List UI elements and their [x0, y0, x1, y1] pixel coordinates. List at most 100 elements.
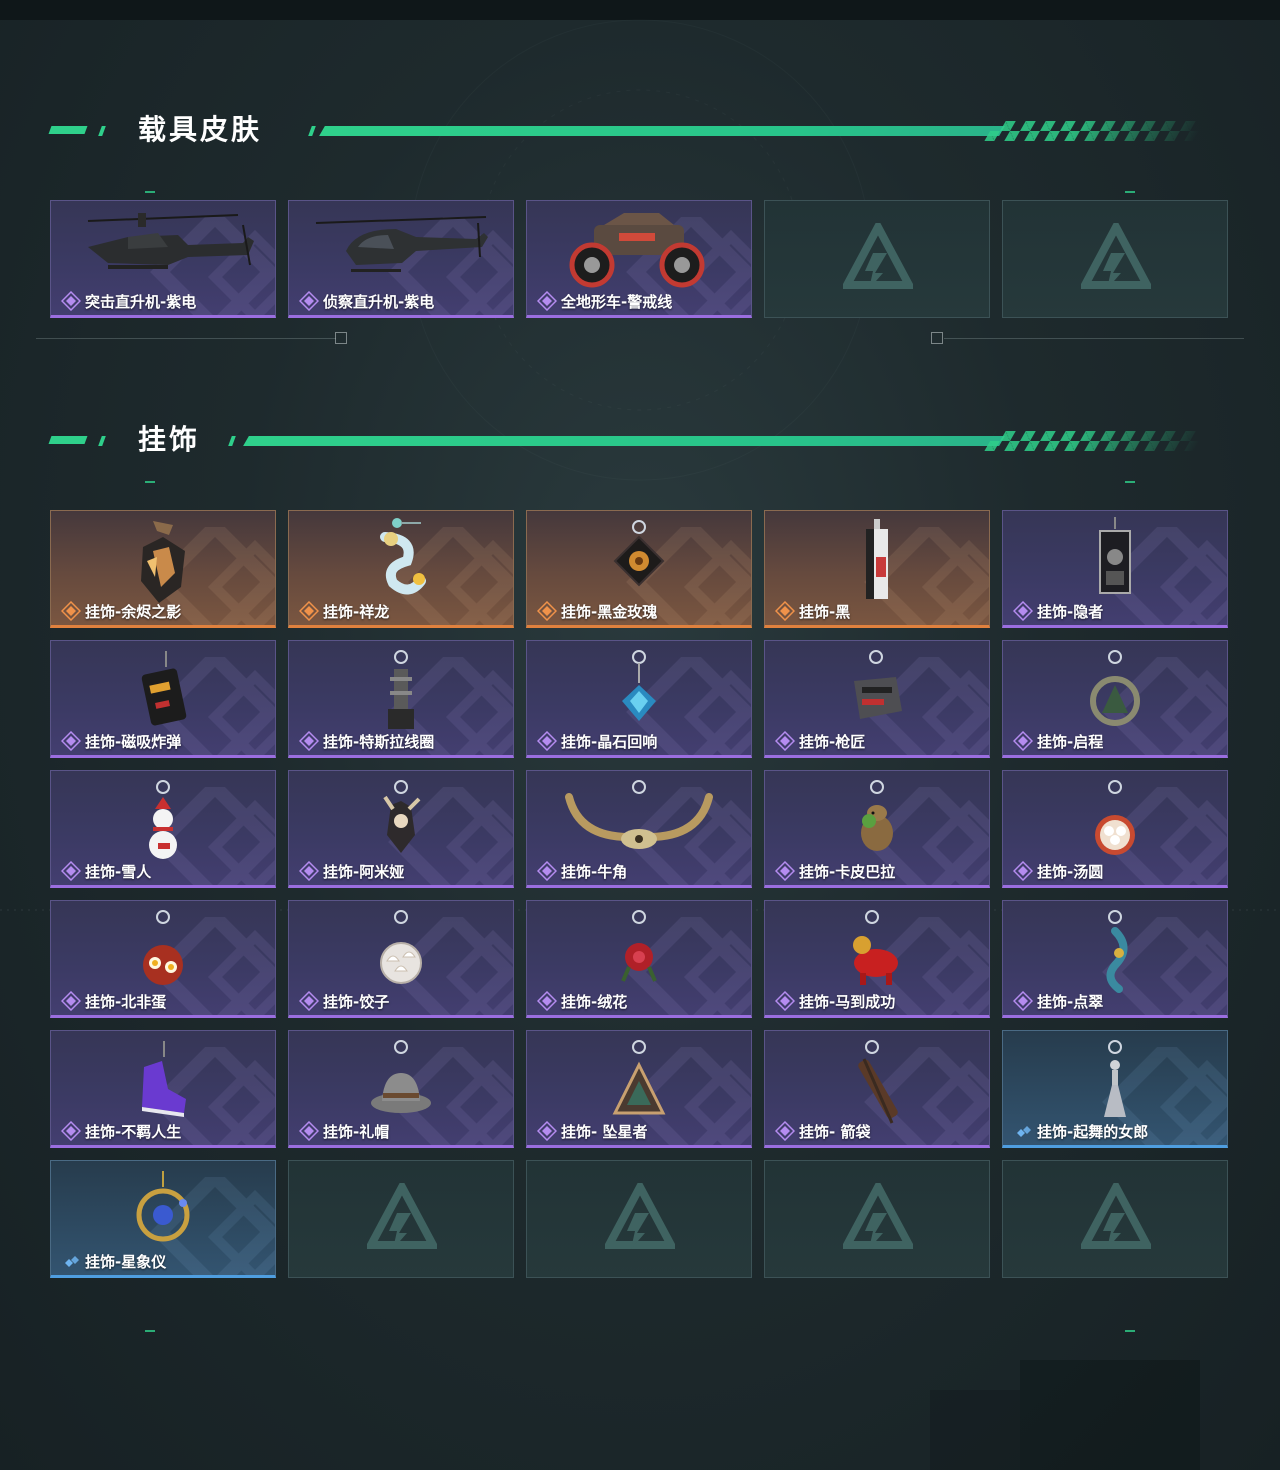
- rarity-blue-icon: [61, 1251, 81, 1271]
- item-card[interactable]: 全地形车-警戒线: [526, 200, 752, 318]
- rarity-orange-icon: [536, 600, 558, 622]
- item-card[interactable]: 挂饰-启程: [1002, 640, 1228, 758]
- item-name: 挂饰-北非蛋: [85, 992, 167, 1011]
- item-name: 挂饰-点翠: [1037, 992, 1104, 1011]
- item-card[interactable]: 挂饰-雪人: [50, 770, 276, 888]
- item-name: 挂饰-星象仪: [85, 1252, 167, 1271]
- item-card[interactable]: 挂饰-汤圆: [1002, 770, 1228, 888]
- section-title: 载具皮肤: [138, 113, 263, 146]
- item-card[interactable]: 挂饰-余烬之影: [50, 510, 276, 628]
- item-label: 挂饰-雪人: [60, 860, 151, 882]
- item-label: 挂饰- 箭袋: [774, 1120, 870, 1142]
- attack-helicopter-icon: [68, 207, 258, 291]
- rarity-purple-icon: [60, 860, 82, 882]
- velvet-flower-charm-icon: [609, 907, 669, 1003]
- item-card[interactable]: 挂饰-饺子: [288, 900, 514, 1018]
- triangle-star-charm-icon: [609, 1037, 669, 1133]
- item-card[interactable]: 挂饰-礼帽: [288, 1030, 514, 1148]
- item-name: 全地形车-警戒线: [561, 292, 673, 311]
- item-card[interactable]: 挂饰-晶石回响: [526, 640, 752, 758]
- item-card[interactable]: 挂饰-隐者: [1002, 510, 1228, 628]
- item-card[interactable]: 挂饰-黑金玫瑰: [526, 510, 752, 628]
- rarity-purple-icon: [60, 990, 82, 1012]
- item-label: 挂饰-阿米娅: [298, 860, 405, 882]
- item-label: 挂饰-汤圆: [1012, 860, 1103, 882]
- item-card[interactable]: 挂饰-黑: [764, 510, 990, 628]
- item-card[interactable]: 挂饰-牛角: [526, 770, 752, 888]
- rarity-purple-icon: [1012, 990, 1034, 1012]
- item-card[interactable]: 挂饰-阿米娅: [288, 770, 514, 888]
- rarity-orange-icon: [60, 600, 82, 622]
- empty-slot-card: [764, 1160, 990, 1278]
- dumpling-charm-icon: [371, 907, 431, 1003]
- item-name: 挂饰-枪匠: [799, 732, 866, 751]
- item-label: 挂饰-余烬之影: [60, 600, 182, 622]
- item-label: 挂饰-点翠: [1012, 990, 1104, 1012]
- item-label: 挂饰-饺子: [298, 990, 389, 1012]
- corner-tick: [145, 191, 155, 193]
- item-name: 挂饰-黑金玫瑰: [561, 602, 658, 621]
- item-label: 挂饰-牛角: [536, 860, 627, 882]
- rarity-purple-icon: [774, 730, 796, 752]
- item-card[interactable]: 挂饰-特斯拉线圈: [288, 640, 514, 758]
- item-name: 挂饰-礼帽: [323, 1122, 390, 1141]
- item-label: 突击直升机-紫电: [60, 290, 197, 312]
- item-card[interactable]: 突击直升机-紫电: [50, 200, 276, 318]
- scout-helicopter-icon: [306, 207, 496, 291]
- item-name: 挂饰-启程: [1037, 732, 1104, 751]
- corner-tick: [1125, 191, 1135, 193]
- item-card[interactable]: 侦察直升机-紫电: [288, 200, 514, 318]
- item-label: 挂饰-起舞的女郎: [1013, 1121, 1148, 1141]
- vehicle-skin-section-header: 载具皮肤: [0, 104, 1280, 154]
- item-name: 侦察直升机-紫电: [323, 292, 435, 311]
- item-card[interactable]: 挂饰-起舞的女郎: [1002, 1030, 1228, 1148]
- rarity-orange-icon: [774, 600, 796, 622]
- item-label: 挂饰-礼帽: [298, 1120, 390, 1142]
- item-name: 挂饰-特斯拉线圈: [323, 732, 435, 751]
- item-card[interactable]: 挂饰-星象仪: [50, 1160, 276, 1278]
- shakshuka-charm-icon: [133, 907, 193, 1003]
- dancing-lady-charm-icon: [1090, 1037, 1140, 1133]
- item-name: 挂饰-卡皮巴拉: [799, 862, 896, 881]
- item-label: 挂饰-隐者: [1012, 600, 1104, 622]
- ember-shadow-charm-icon: [123, 517, 203, 611]
- item-name: 挂饰-隐者: [1037, 602, 1104, 621]
- header-progress-bar: [319, 126, 1005, 136]
- rarity-orange-icon: [298, 600, 320, 622]
- checker-flag-pattern: [984, 121, 1206, 141]
- item-name: 挂饰- 坠星者: [561, 1122, 648, 1141]
- rarity-purple-icon: [298, 990, 320, 1012]
- header-accent-bar: [48, 436, 88, 444]
- item-card[interactable]: 挂饰-祥龙: [288, 510, 514, 628]
- item-card[interactable]: 挂饰-枪匠: [764, 640, 990, 758]
- item-card[interactable]: 挂饰-磁吸炸弹: [50, 640, 276, 758]
- rarity-purple-icon: [536, 990, 558, 1012]
- item-card[interactable]: 挂饰-绒花: [526, 900, 752, 1018]
- item-card[interactable]: 挂饰- 坠星者: [526, 1030, 752, 1148]
- empty-slot-card: [288, 1160, 514, 1278]
- item-name: 突击直升机-紫电: [85, 292, 197, 311]
- item-card[interactable]: 挂饰- 箭袋: [764, 1030, 990, 1148]
- item-name: 挂饰-余烬之影: [85, 602, 182, 621]
- item-label: 挂饰-启程: [1012, 730, 1104, 752]
- item-name: 挂饰-绒花: [561, 992, 628, 1011]
- item-card[interactable]: 挂饰-卡皮巴拉: [764, 770, 990, 888]
- snowman-charm-icon: [138, 777, 188, 873]
- item-name: 挂饰-不羁人生: [85, 1122, 182, 1141]
- rarity-purple-icon: [60, 290, 82, 312]
- item-label: 挂饰-晶石回响: [536, 730, 657, 752]
- rarity-purple-icon: [536, 1120, 558, 1142]
- rarity-purple-icon: [774, 860, 796, 882]
- item-label: 侦察直升机-紫电: [298, 290, 435, 312]
- quiver-charm-icon: [842, 1037, 912, 1133]
- item-label: 挂饰- 坠星者: [536, 1120, 648, 1142]
- item-name: 挂饰-阿米娅: [323, 862, 405, 881]
- item-label: 全地形车-警戒线: [536, 290, 673, 312]
- item-card[interactable]: 挂饰-马到成功: [764, 900, 990, 1018]
- magnetic-bomb-charm-icon: [128, 647, 198, 741]
- item-card[interactable]: 挂饰-不羁人生: [50, 1030, 276, 1148]
- empty-slot-card: [764, 200, 990, 318]
- item-card[interactable]: 挂饰-点翠: [1002, 900, 1228, 1018]
- top-bar: [0, 0, 1280, 20]
- item-card[interactable]: 挂饰-北非蛋: [50, 900, 276, 1018]
